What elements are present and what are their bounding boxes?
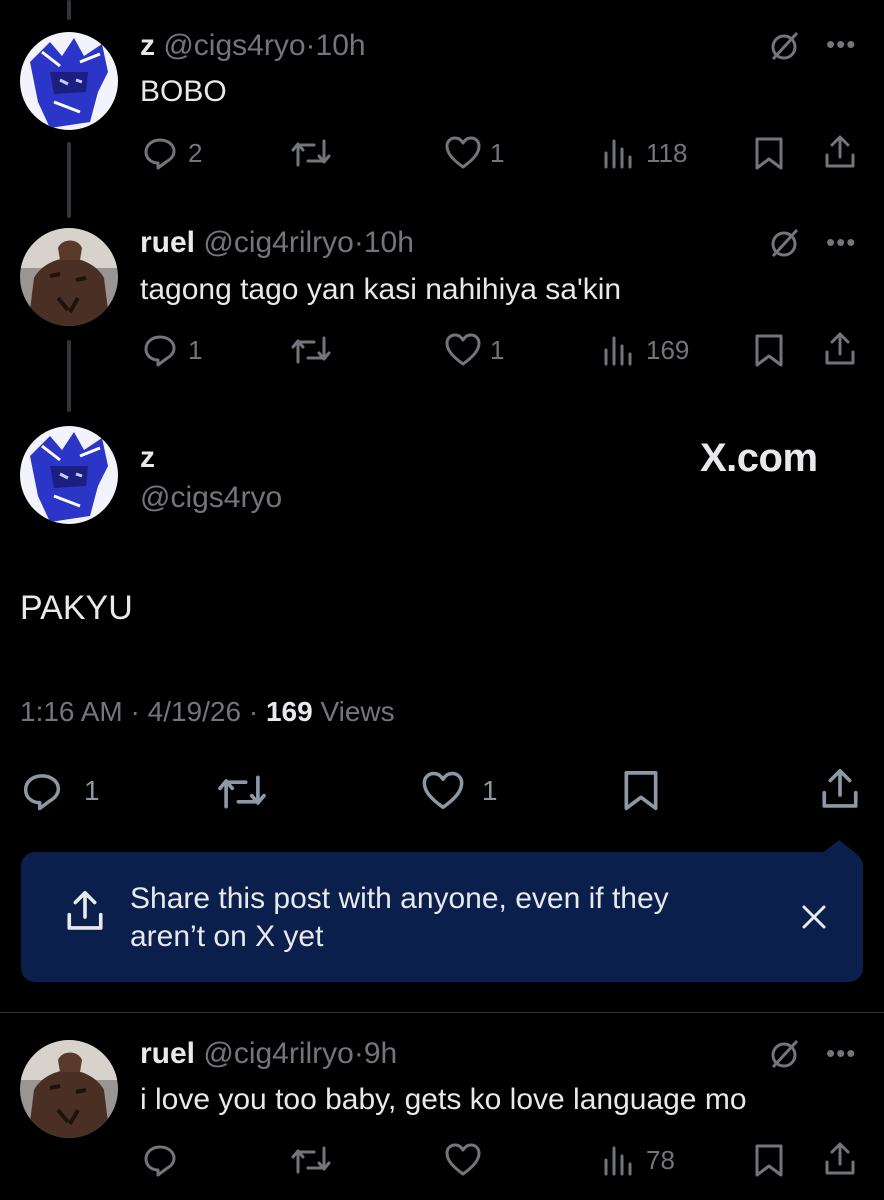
post-header: ruel @cig4rilryo·9h	[140, 1036, 397, 1072]
share-icon[interactable]	[822, 1140, 858, 1178]
like-count: 1	[490, 335, 505, 365]
share-icon[interactable]	[822, 133, 858, 171]
views-icon[interactable]	[602, 332, 636, 368]
close-icon[interactable]	[799, 902, 829, 932]
reply-count: 2	[188, 138, 203, 168]
bookmark-icon[interactable]	[752, 1142, 786, 1178]
more-icon[interactable]: •••	[826, 31, 856, 57]
timestamp[interactable]: 9h	[364, 1037, 397, 1070]
grok-icon[interactable]	[766, 28, 802, 64]
tooltip-text-line1: Share this post with anyone, even if the…	[130, 882, 669, 915]
like-icon[interactable]	[444, 1142, 482, 1178]
reply-icon[interactable]	[20, 770, 64, 812]
repost-icon[interactable]	[290, 332, 332, 368]
more-icon[interactable]: •••	[826, 229, 856, 255]
avatar[interactable]	[20, 32, 118, 130]
avatar[interactable]	[20, 1040, 118, 1138]
share-icon[interactable]	[818, 766, 862, 812]
views-count: 118	[646, 138, 688, 168]
like-icon[interactable]	[444, 332, 482, 368]
like-count: 1	[490, 138, 505, 168]
views-icon[interactable]	[602, 1142, 636, 1178]
display-name[interactable]: ruel	[140, 1037, 195, 1070]
views-icon[interactable]	[602, 135, 636, 171]
handle[interactable]: @cigs4ryo	[140, 480, 282, 516]
handle[interactable]: @cigs4ryo	[163, 29, 305, 62]
post-text: i love you too baby, gets ko love langua…	[140, 1083, 747, 1116]
more-icon[interactable]: •••	[826, 1040, 856, 1066]
thread-line-2	[67, 340, 71, 412]
post-text: BOBO	[140, 75, 227, 108]
timestamp[interactable]: 10h	[316, 29, 366, 62]
separator: ·	[305, 29, 316, 62]
thread-line-top	[67, 0, 71, 20]
bookmark-icon[interactable]	[752, 332, 786, 368]
separator: ·	[130, 696, 140, 727]
views-label: Views	[320, 696, 395, 727]
handle[interactable]: @cig4rilryo	[203, 1037, 353, 1070]
avatar[interactable]	[20, 426, 118, 524]
separator: ·	[248, 696, 259, 727]
reply-icon[interactable]	[142, 332, 178, 368]
post-header: ruel @cig4rilryo·10h	[140, 225, 414, 261]
divider	[0, 1012, 884, 1013]
bookmark-icon[interactable]	[620, 768, 662, 812]
repost-icon[interactable]	[290, 1142, 332, 1178]
repost-icon[interactable]	[216, 770, 268, 814]
grok-icon[interactable]	[766, 1036, 802, 1072]
views-number[interactable]: 169	[266, 696, 313, 727]
share-icon	[63, 888, 107, 934]
reply-count: 1	[84, 775, 100, 806]
share-tooltip[interactable]: Share this post with anyone, even if the…	[21, 840, 863, 982]
like-count: 1	[482, 775, 498, 806]
reply-count: 1	[188, 335, 203, 365]
bookmark-icon[interactable]	[752, 135, 786, 171]
share-icon[interactable]	[822, 330, 858, 368]
handle[interactable]: @cig4rilryo	[203, 226, 353, 259]
grok-icon[interactable]	[766, 225, 802, 261]
post-header: z @cigs4ryo·10h	[140, 28, 366, 64]
views-count: 78	[646, 1145, 675, 1175]
tooltip-text-line2: aren’t on X yet	[130, 920, 324, 953]
watermark: X.com	[700, 436, 818, 480]
separator: ·	[353, 1037, 364, 1070]
views-count: 169	[646, 335, 690, 365]
thread-line-1	[67, 142, 71, 218]
post-meta: 1:16 AM · 4/19/26 · 169 Views	[20, 695, 395, 729]
post-time[interactable]: 1:16 AM	[20, 696, 123, 727]
reply-icon[interactable]	[142, 1142, 178, 1178]
repost-icon[interactable]	[290, 135, 332, 171]
like-icon[interactable]	[444, 135, 482, 171]
like-icon[interactable]	[420, 770, 466, 812]
tooltip-arrow	[821, 840, 857, 854]
display-name[interactable]: z	[140, 440, 155, 476]
post-date[interactable]: 4/19/26	[148, 696, 241, 727]
post-text: PAKYU	[20, 589, 133, 627]
separator: ·	[353, 226, 364, 259]
timestamp[interactable]: 10h	[364, 226, 414, 259]
avatar[interactable]	[20, 228, 118, 326]
display-name[interactable]: z	[140, 29, 155, 62]
reply-icon[interactable]	[142, 135, 178, 171]
display-name[interactable]: ruel	[140, 226, 195, 259]
post-text: tagong tago yan kasi nahihiya sa'kin	[140, 273, 622, 306]
